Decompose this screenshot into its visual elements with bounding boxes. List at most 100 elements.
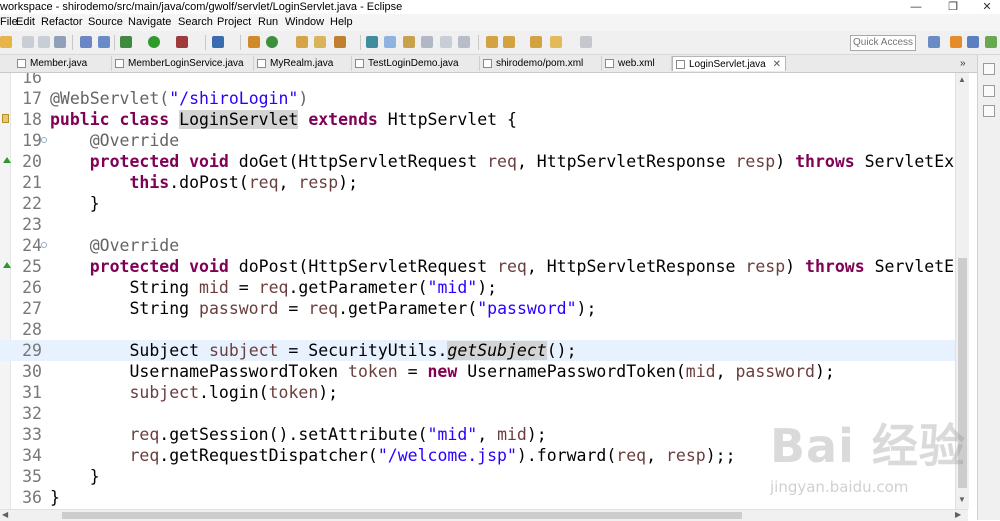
code-line[interactable]: 23 [0, 214, 955, 235]
vertical-scrollbar[interactable]: ▲ ▼ [955, 73, 969, 509]
menu-window[interactable]: Window [283, 14, 326, 31]
code-line[interactable]: 26 String mid = req.getParameter("mid"); [0, 277, 955, 298]
scroll-down-arrow-icon[interactable]: ▼ [958, 495, 966, 504]
code-line[interactable]: 34 req.getRequestDispatcher("/welcome.js… [0, 445, 955, 466]
code-line[interactable]: 24 @Override [0, 235, 955, 256]
java-file-icon [355, 59, 364, 68]
code-line[interactable]: 18 public class LoginServlet extends Http… [0, 109, 955, 130]
external-tools-icon[interactable] [176, 36, 188, 48]
code-line[interactable]: 31 subject.login(token); [0, 382, 955, 403]
new-java-project-icon[interactable] [248, 36, 260, 48]
restore-button[interactable]: ❐ [942, 0, 964, 14]
horizontal-scrollbar[interactable]: ◀ ▶ [0, 509, 968, 521]
block-select-icon[interactable] [403, 36, 415, 48]
line-number: 29 [22, 341, 42, 360]
previous-annotation-icon[interactable] [503, 36, 515, 48]
mark-occurrences-icon[interactable] [366, 36, 378, 48]
close-tab-icon[interactable]: ✕ [773, 57, 781, 72]
open-perspective-icon[interactable] [928, 36, 940, 48]
tab-member-login-service-java[interactable]: MemberLoginService.java [112, 56, 254, 71]
tab-member-java[interactable]: Member.java [14, 56, 112, 71]
forward-icon[interactable] [580, 36, 592, 48]
code-line[interactable]: 17 @WebServlet("/shiroLogin") [0, 88, 955, 109]
code-line[interactable]: 32 [0, 403, 955, 424]
tab-login-servlet-java[interactable]: LoginServlet.java ✕ [672, 56, 786, 71]
pin-icon[interactable] [458, 36, 470, 48]
window-title: workspace - shirodemo/src/main/java/com/… [0, 1, 403, 13]
outline-view-icon[interactable] [983, 85, 995, 97]
show-whitespace-icon[interactable] [421, 36, 433, 48]
code-line[interactable]: 33 req.getSession().setAttribute("mid", … [0, 424, 955, 445]
menu-navigate[interactable]: Navigate [126, 14, 173, 31]
code-line[interactable]: 20 protected void doGet(HttpServletReque… [0, 151, 955, 172]
code-token: ServletExce [864, 152, 955, 171]
code-line[interactable]: 19 @Override [0, 130, 955, 151]
menu-refactor[interactable]: Refactor [39, 14, 85, 31]
save-all-icon[interactable] [38, 36, 50, 48]
code-line[interactable]: 36} [0, 487, 955, 508]
code-line[interactable]: 30 UsernamePasswordToken token = new Use… [0, 361, 955, 382]
code-editor[interactable]: 16 17 @WebServlet("/shiroLogin") 18 public c… [0, 73, 955, 509]
print-icon[interactable] [54, 36, 66, 48]
open-type-icon[interactable] [80, 36, 92, 48]
maximize-view-icon[interactable] [983, 63, 995, 75]
last-edit-icon[interactable] [530, 36, 542, 48]
fold-toggle-icon[interactable] [41, 242, 47, 248]
highlight-icon[interactable] [384, 36, 396, 48]
code-token: resp [745, 257, 786, 276]
code-line[interactable]: 21 this.doPost(req, resp); [0, 172, 955, 193]
java-ee-perspective-icon[interactable] [950, 36, 962, 48]
code-line[interactable]: 35 } [0, 466, 955, 487]
back-icon[interactable] [550, 36, 562, 48]
tab-test-login-demo-java[interactable]: TestLoginDemo.java [352, 56, 480, 71]
code-token: } [50, 194, 100, 213]
debug-icon[interactable] [120, 36, 132, 48]
code-line[interactable]: 28 [0, 319, 955, 340]
menu-run[interactable]: Run [256, 14, 280, 31]
save-icon[interactable] [22, 36, 34, 48]
new-icon[interactable] [0, 36, 12, 48]
code-line[interactable]: 27 String password = req.getParameter("p… [0, 298, 955, 319]
code-line[interactable]: 29 Subject subject = SecurityUtils.getSu… [0, 340, 955, 361]
code-token: void [189, 152, 229, 171]
next-annotation-icon[interactable] [486, 36, 498, 48]
java-perspective-icon[interactable] [967, 36, 979, 48]
code-token: extends [308, 110, 378, 129]
code-token: token [268, 383, 319, 402]
horizontal-scroll-thumb[interactable] [62, 512, 742, 519]
scroll-left-arrow-icon[interactable]: ◀ [2, 510, 8, 519]
editor-icon[interactable] [440, 36, 452, 48]
scroll-right-arrow-icon[interactable]: ▶ [955, 510, 961, 519]
java-file-icon [115, 59, 124, 68]
tab-myrealm-java[interactable]: MyRealm.java [254, 56, 352, 71]
open-folder-icon[interactable] [296, 36, 308, 48]
search-icon[interactable] [212, 36, 224, 48]
tab-web-xml[interactable]: web.xml [602, 56, 672, 71]
menu-source[interactable]: Source [86, 14, 125, 31]
toggle-mark-icon[interactable] [98, 36, 110, 48]
code-line[interactable]: 22 } [0, 193, 955, 214]
task-list-view-icon[interactable] [983, 105, 995, 117]
close-button[interactable]: ✕ [976, 0, 998, 14]
open-file-icon[interactable] [314, 36, 326, 48]
run-icon[interactable] [148, 36, 160, 48]
menu-search[interactable]: Search [176, 14, 215, 31]
warning-marker-icon[interactable] [2, 114, 9, 123]
tab-overflow-chevron-icon[interactable]: » [960, 58, 966, 69]
menu-edit[interactable]: Edit [14, 14, 37, 31]
code-text: req.getSession().setAttribute("mid", mid… [50, 424, 546, 445]
minimize-button[interactable]: — [905, 0, 927, 14]
code-line[interactable]: 25 protected void doPost(HttpServletRequ… [0, 256, 955, 277]
menu-help[interactable]: Help [328, 14, 355, 31]
menu-project[interactable]: Project [215, 14, 253, 31]
vertical-scroll-thumb[interactable] [958, 258, 967, 488]
quick-access-input[interactable] [850, 35, 916, 51]
fold-toggle-icon[interactable] [41, 137, 47, 143]
code-line[interactable]: 16 [0, 73, 955, 88]
debug-perspective-icon[interactable] [985, 36, 997, 48]
wrench-icon[interactable] [334, 36, 346, 48]
scroll-up-arrow-icon[interactable]: ▲ [958, 75, 966, 84]
tab-pom-xml[interactable]: shirodemo/pom.xml [480, 56, 602, 71]
new-class-icon[interactable] [266, 36, 278, 48]
